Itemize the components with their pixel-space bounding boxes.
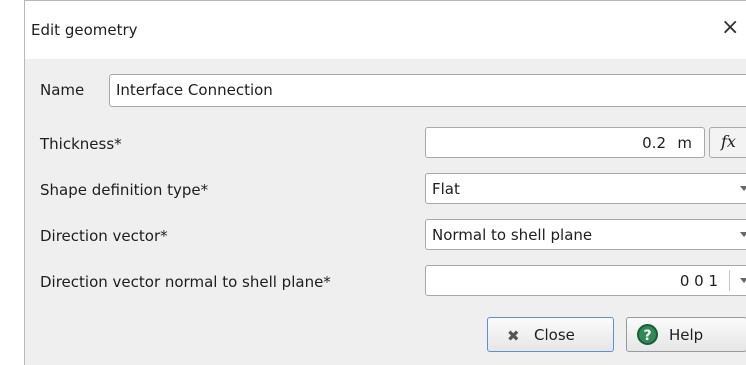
close-icon[interactable]: × xyxy=(721,17,739,39)
shape-type-select[interactable]: Flat xyxy=(425,173,746,204)
help-button[interactable]: ? Help xyxy=(626,317,746,352)
shape-type-label: Shape definition type* xyxy=(40,181,209,199)
shape-type-value: Flat xyxy=(432,180,460,198)
direction-normal-label: Direction vector normal to shell plane* xyxy=(40,273,331,291)
combo-divider xyxy=(729,270,730,291)
edit-geometry-dialog: Edit geometry × Name Interface Connectio… xyxy=(24,0,746,365)
thickness-unit: m xyxy=(677,134,692,152)
direction-vector-select[interactable]: Normal to shell plane xyxy=(425,219,746,250)
help-button-label: Help xyxy=(669,326,704,344)
direction-normal-value: 0 0 1 xyxy=(679,272,718,290)
direction-normal-combo[interactable]: 0 0 1 xyxy=(425,265,746,296)
direction-vector-label: Direction vector* xyxy=(40,227,168,245)
dialog-title: Edit geometry xyxy=(31,21,138,39)
name-input[interactable]: Interface Connection xyxy=(109,74,746,107)
fx-button[interactable]: fx xyxy=(709,127,746,158)
chevron-down-icon xyxy=(740,232,746,237)
close-icon: ✖ xyxy=(507,327,520,345)
title-bar: Edit geometry × xyxy=(25,1,746,59)
close-button[interactable]: ✖ Close xyxy=(487,317,614,352)
chevron-down-icon xyxy=(740,186,746,191)
direction-vector-value: Normal to shell plane xyxy=(432,226,593,244)
name-label: Name xyxy=(40,81,85,99)
name-value: Interface Connection xyxy=(116,81,273,99)
close-button-label: Close xyxy=(534,326,575,344)
thickness-input[interactable]: 0.2 m xyxy=(425,127,705,158)
thickness-value: 0.2 xyxy=(642,134,666,152)
thickness-label: Thickness* xyxy=(40,135,122,153)
help-icon: ? xyxy=(637,324,658,345)
chevron-down-icon[interactable] xyxy=(740,278,746,283)
